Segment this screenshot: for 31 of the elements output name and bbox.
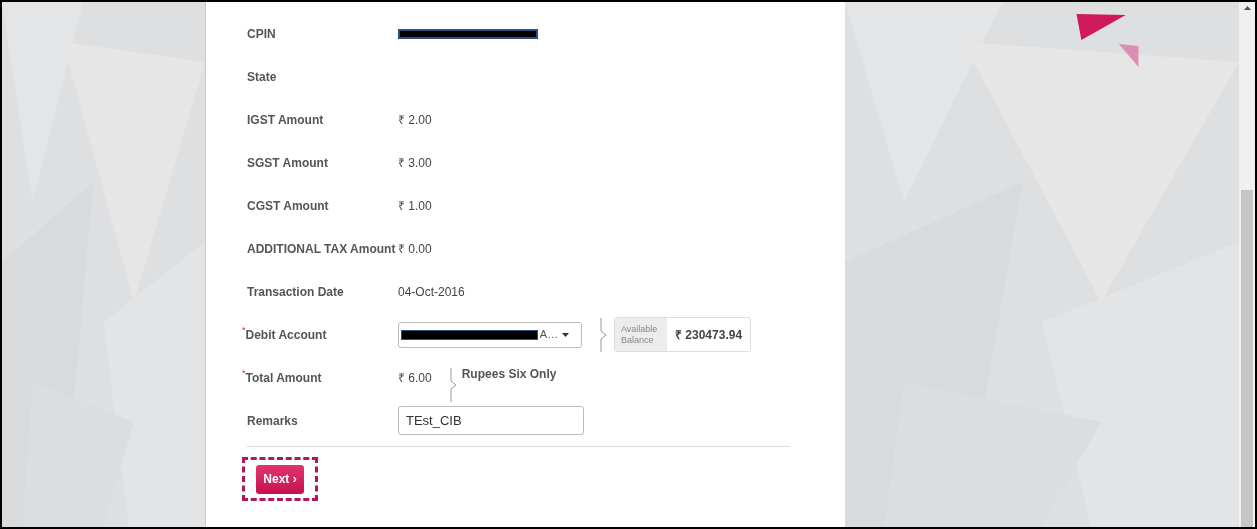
remarks-field[interactable]: TEst_CIB — [398, 406, 584, 435]
balance-label: Available Balance — [615, 318, 667, 351]
account-select[interactable]: A… — [398, 321, 582, 348]
field-value: ₹ 2.00 — [398, 111, 432, 129]
amount-in-words: Rupees Six Only — [461, 367, 557, 380]
bracket-icon — [449, 367, 458, 402]
scroll-up-icon[interactable] — [1243, 6, 1251, 10]
field-value: 04-Oct-2016 — [398, 283, 465, 301]
select-value: A… — [539, 327, 559, 343]
caret-icon — [562, 332, 569, 337]
field-label: Total Amount — [245, 369, 322, 387]
field-label: Remarks — [247, 412, 298, 430]
field-value: ₹ 6.00 — [398, 369, 432, 387]
scrollbar[interactable] — [1239, 2, 1255, 527]
next-button[interactable]: Next › — [256, 464, 304, 494]
scrollbar-thumb[interactable] — [1241, 190, 1253, 527]
field-label: Debit Account — [245, 326, 327, 344]
field-label: ADDITIONAL TAX Amount — [247, 240, 396, 258]
required-mark: * — [242, 325, 246, 335]
field-label: State — [247, 68, 277, 86]
field-value: ₹ 3.00 — [398, 154, 432, 172]
bracket-icon — [600, 317, 608, 352]
field-label: CGST Amount — [247, 197, 329, 215]
required-mark: * — [242, 368, 246, 378]
field-value: ₹ 0.00 — [398, 240, 432, 258]
field-label: SGST Amount — [247, 154, 328, 172]
field-value: ₹ 1.00 — [398, 197, 432, 215]
field-label: CPIN — [247, 25, 276, 43]
balance-value: ₹ 230473.94 — [674, 326, 744, 344]
field-label: Transaction Date — [247, 283, 344, 301]
field-label: IGST Amount — [247, 111, 324, 129]
